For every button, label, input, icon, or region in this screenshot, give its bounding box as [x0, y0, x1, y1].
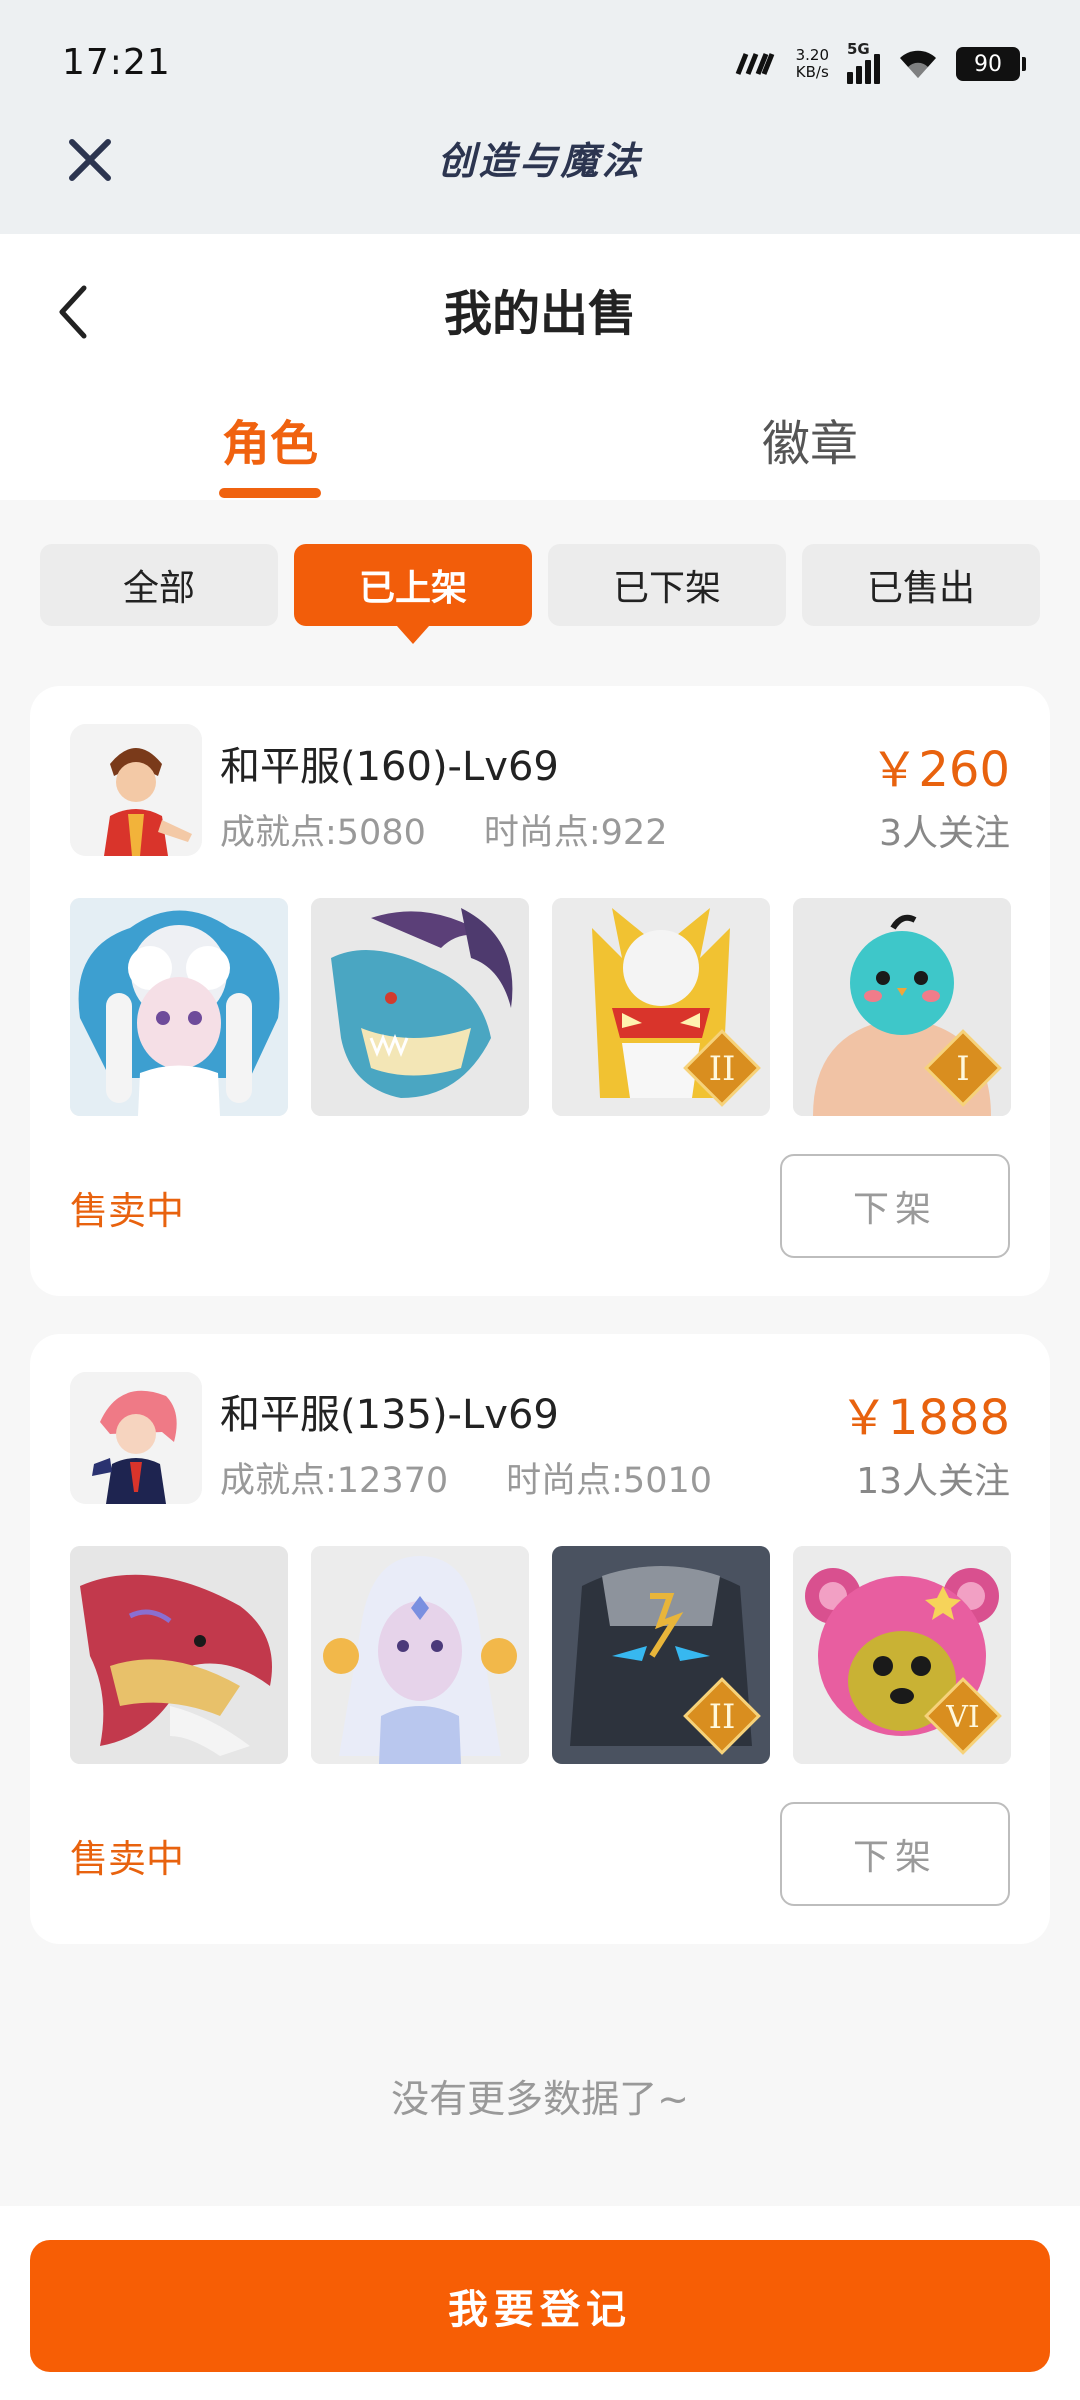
register-button[interactable]: 我要登记	[30, 2240, 1050, 2372]
fashion-points: 时尚点:922	[483, 813, 668, 853]
red-dragon-pet-icon	[70, 1546, 288, 1764]
status-time: 17:21	[62, 42, 171, 83]
followers-count: 3人关注	[879, 813, 1010, 854]
nfc-icon	[735, 53, 774, 75]
filter-sold[interactable]: 已售出	[802, 544, 1040, 626]
pet-thumbnail[interactable]	[311, 1546, 529, 1764]
delist-button[interactable]: 下架	[780, 1154, 1010, 1258]
pet-list: II I	[70, 898, 1011, 1116]
svg-text:I: I	[956, 1049, 969, 1089]
fashion-points: 时尚点:5010	[506, 1461, 713, 1501]
tab-badge[interactable]: 徽章	[660, 404, 960, 474]
role-name: 和平服(135)-Lv69	[220, 1392, 559, 1438]
filter-all[interactable]: 全部	[40, 544, 278, 626]
svg-text:II: II	[709, 1697, 736, 1737]
rank-badge-icon: VI	[924, 1677, 1002, 1755]
status-bar: 17:21 3.20 KB/s 5G 90	[0, 0, 1080, 120]
signal-icon: 5G	[847, 40, 880, 84]
filter-listed[interactable]: 已上架	[294, 544, 532, 626]
rank-badge-icon: I	[924, 1029, 1002, 1107]
page-title: 我的出售	[443, 286, 636, 342]
followers-count: 13人关注	[856, 1461, 1010, 1502]
pet-thumbnail[interactable]: II	[552, 898, 770, 1116]
white-fluffy-pet-icon	[70, 898, 288, 1116]
pet-thumbnail[interactable]	[70, 898, 288, 1116]
app-title: 创造与魔法	[437, 138, 643, 183]
battery-icon: 90	[956, 47, 1026, 81]
svg-text:II: II	[709, 1049, 736, 1089]
status-icons: 3.20 KB/s 5G 90	[734, 40, 1026, 88]
female-character-avatar-icon	[70, 1372, 202, 1504]
rank-badge-icon: II	[683, 1677, 761, 1755]
price: ￥260	[870, 742, 1010, 798]
listing-status: 售卖中	[70, 1189, 185, 1233]
network-type: 5G	[847, 40, 870, 58]
rank-badge-icon: II	[683, 1029, 761, 1107]
blue-dragon-pet-icon	[311, 898, 529, 1116]
role-name: 和平服(160)-Lv69	[220, 744, 559, 790]
white-spirit-pet-icon	[311, 1546, 529, 1764]
avatar	[70, 1372, 202, 1504]
svg-text:VI: VI	[945, 1700, 980, 1735]
tab-role[interactable]: 角色	[120, 404, 420, 474]
pet-list: II VI	[70, 1546, 1011, 1764]
achievement-points: 成就点:12370	[220, 1461, 449, 1501]
pet-thumbnail[interactable]: I	[793, 898, 1011, 1116]
wifi-icon	[900, 50, 936, 78]
price: ￥1888	[839, 1390, 1010, 1446]
app-top-bar: 创造与魔法	[0, 120, 1080, 234]
male-character-avatar-icon	[70, 724, 202, 856]
bottom-action-bar: 我要登记	[0, 2206, 1080, 2400]
listing-card[interactable]: 和平服(135)-Lv69 成就点:12370 时尚点:5010 ￥1888 1…	[30, 1334, 1050, 1944]
delist-button[interactable]: 下架	[780, 1802, 1010, 1906]
no-more-data-text: 没有更多数据了~	[391, 2077, 689, 2121]
tab-active-indicator	[219, 488, 321, 498]
pet-thumbnail[interactable]	[70, 1546, 288, 1764]
network-speed: 3.20 KB/s	[796, 47, 829, 81]
listing-status: 售卖中	[70, 1837, 185, 1881]
pet-thumbnail[interactable]	[311, 898, 529, 1116]
filter-delisted[interactable]: 已下架	[548, 544, 786, 626]
achievement-points: 成就点:5080	[220, 813, 426, 853]
page-header: 我的出售 角色 徽章	[0, 234, 1080, 500]
role-stats: 成就点:5080 时尚点:922	[220, 804, 667, 855]
role-stats: 成就点:12370 时尚点:5010	[220, 1452, 712, 1503]
listing-card[interactable]: 和平服(160)-Lv69 成就点:5080 时尚点:922 ￥260 3人关注	[30, 686, 1050, 1296]
pet-thumbnail[interactable]: II	[552, 1546, 770, 1764]
avatar	[70, 724, 202, 856]
network-speed-value: 3.20	[795, 46, 829, 64]
pet-thumbnail[interactable]: VI	[793, 1546, 1011, 1764]
status-filter-bar: 全部 已上架 已下架 已售出	[40, 544, 1040, 626]
network-speed-unit: KB/s	[795, 63, 829, 81]
